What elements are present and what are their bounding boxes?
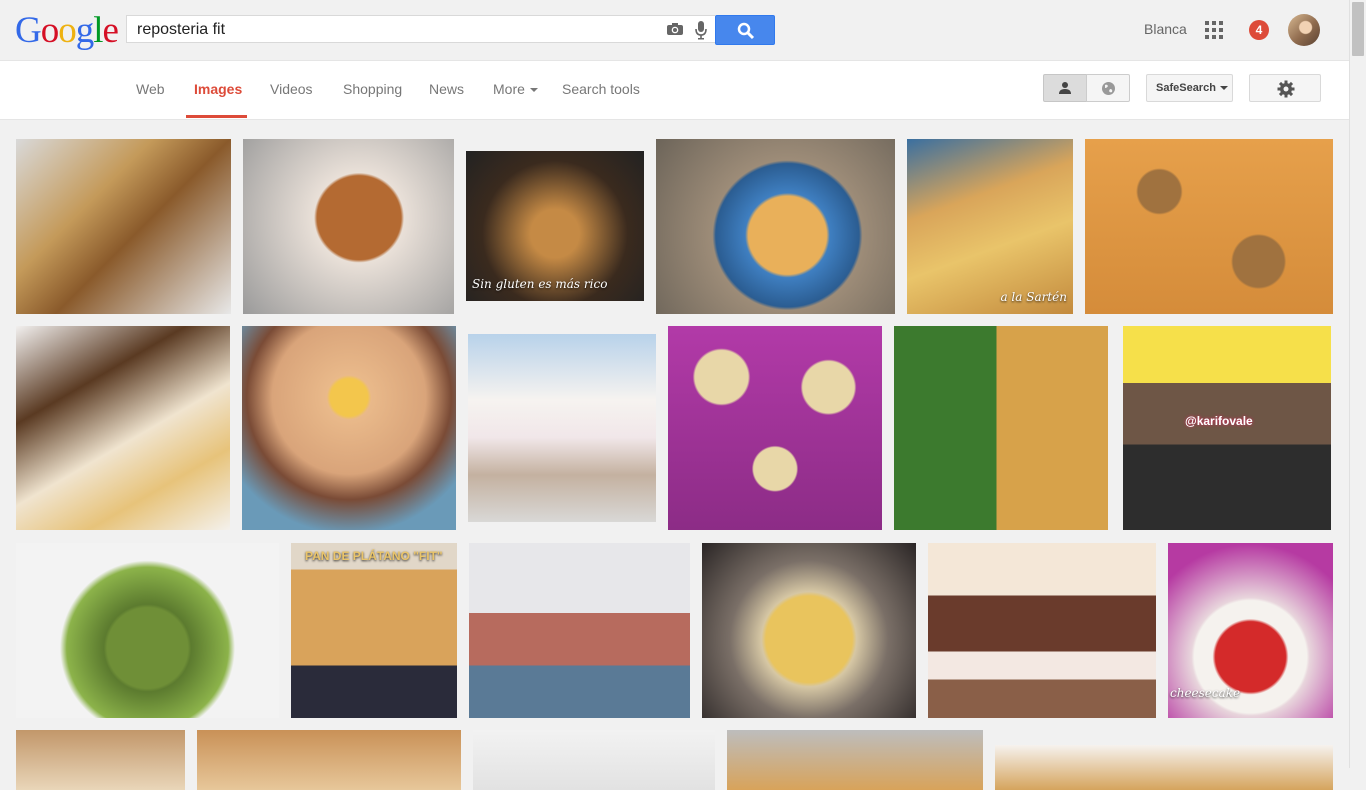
image-result[interactable]: a la Sartén bbox=[907, 139, 1073, 314]
image-result[interactable] bbox=[16, 139, 231, 314]
safesearch-dropdown[interactable]: SafeSearch bbox=[1146, 74, 1233, 102]
image-result[interactable] bbox=[727, 730, 983, 790]
search-input[interactable] bbox=[137, 20, 657, 40]
image-result[interactable]: Sin gluten es más rico bbox=[466, 151, 644, 301]
image-result-caption: cheesecake bbox=[1170, 686, 1241, 700]
image-result-caption: a la Sartén bbox=[1000, 290, 1067, 304]
tab-more-label: More bbox=[493, 81, 525, 97]
search-button[interactable] bbox=[715, 15, 775, 45]
image-result[interactable] bbox=[702, 543, 916, 718]
image-result[interactable] bbox=[468, 334, 656, 522]
apps-grid-icon[interactable] bbox=[1205, 21, 1223, 44]
mic-icon[interactable] bbox=[694, 20, 708, 45]
image-result[interactable] bbox=[656, 139, 895, 314]
top-bar: Google Blanca 4 bbox=[0, 0, 1349, 61]
logo-letter: e bbox=[102, 10, 119, 51]
notifications-badge[interactable]: 4 bbox=[1249, 20, 1269, 40]
image-results-grid: Sin gluten es más rico a la Sartén @karifo… bbox=[0, 120, 1349, 790]
image-result[interactable] bbox=[894, 326, 1108, 530]
tab-shopping[interactable]: Shopping bbox=[343, 81, 402, 97]
tab-images[interactable]: Images bbox=[194, 81, 242, 97]
image-result[interactable] bbox=[16, 543, 279, 718]
search-box[interactable] bbox=[126, 15, 715, 43]
image-result[interactable] bbox=[16, 326, 230, 530]
tab-more[interactable]: More bbox=[493, 81, 538, 97]
image-result[interactable] bbox=[197, 730, 461, 790]
image-result[interactable] bbox=[473, 730, 715, 790]
image-result[interactable] bbox=[668, 326, 882, 530]
avatar[interactable] bbox=[1288, 14, 1320, 46]
logo-letter: G bbox=[15, 10, 42, 51]
chevron-down-icon bbox=[1219, 86, 1228, 91]
image-result[interactable]: @karifovale bbox=[1123, 326, 1331, 530]
camera-icon[interactable] bbox=[666, 22, 684, 41]
image-result[interactable] bbox=[1085, 139, 1333, 314]
image-result[interactable]: cheesecake bbox=[1168, 543, 1333, 718]
logo-letter: o bbox=[40, 10, 59, 51]
personal-results-button[interactable] bbox=[1043, 74, 1087, 102]
active-tab-indicator bbox=[186, 115, 247, 118]
chevron-down-icon bbox=[529, 88, 538, 93]
hide-personal-results-button[interactable] bbox=[1086, 74, 1130, 102]
image-result[interactable]: PAN DE PLÁTANO "FIT" bbox=[291, 543, 457, 718]
image-result-caption: Sin gluten es más rico bbox=[472, 277, 608, 291]
image-result[interactable] bbox=[928, 543, 1156, 718]
image-result-caption: PAN DE PLÁTANO "FIT" bbox=[305, 549, 443, 563]
user-name-link[interactable]: Blanca bbox=[1144, 21, 1187, 37]
tab-news[interactable]: News bbox=[429, 81, 464, 97]
image-result[interactable] bbox=[243, 139, 454, 314]
logo-letter: o bbox=[58, 10, 76, 51]
scrollbar-thumb[interactable] bbox=[1352, 2, 1364, 56]
search-nav: Web Images Videos Shopping News More Sea… bbox=[0, 61, 1349, 120]
logo-letter: l bbox=[93, 10, 103, 51]
google-logo[interactable]: Google bbox=[15, 10, 119, 51]
logo-letter: g bbox=[75, 10, 94, 51]
image-result[interactable] bbox=[242, 326, 456, 530]
search-tools-button[interactable]: Search tools bbox=[562, 81, 640, 97]
image-result[interactable] bbox=[16, 730, 185, 790]
scrollbar[interactable] bbox=[1349, 0, 1366, 768]
settings-button[interactable] bbox=[1249, 74, 1321, 102]
image-result[interactable] bbox=[469, 543, 690, 718]
safesearch-label: SafeSearch bbox=[1156, 82, 1216, 94]
tab-web[interactable]: Web bbox=[136, 81, 165, 97]
image-result-caption: @karifovale bbox=[1185, 414, 1253, 428]
tab-videos[interactable]: Videos bbox=[270, 81, 313, 97]
